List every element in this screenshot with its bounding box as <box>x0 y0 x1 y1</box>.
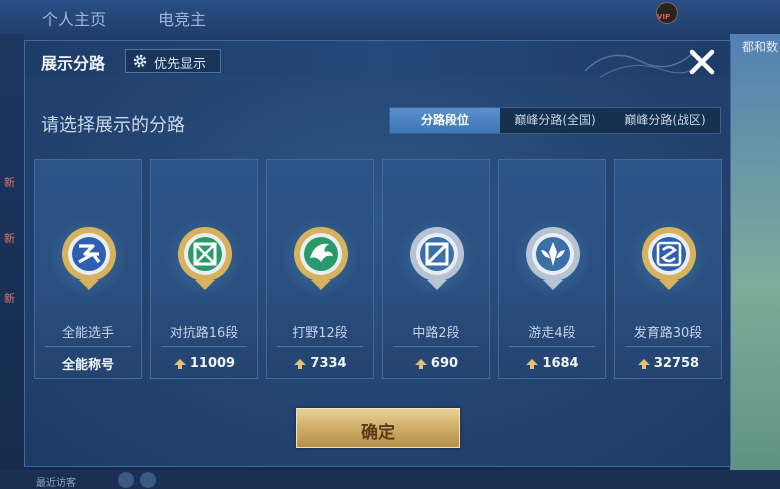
jungle-emblem-icon <box>294 227 348 290</box>
rank-arrow-icon <box>637 358 650 369</box>
role-score: 7334 <box>310 356 347 371</box>
side-new-mark: 新 <box>4 176 15 189</box>
tab-lane-rank[interactable]: 分路段位 <box>390 108 500 133</box>
bg-tab-profile: 个人主页 <box>42 10 107 29</box>
vip-badge-text: VIP <box>657 13 671 21</box>
priority-display-button[interactable]: 优先显示 <box>125 49 221 73</box>
dialog-title: 展示分路 <box>41 54 106 73</box>
background-right-edge <box>730 34 780 489</box>
tab-peak-lane-region[interactable]: 巅峰分路(战区) <box>610 108 720 133</box>
role-score: 32758 <box>653 356 700 371</box>
role-card-jungle[interactable]: 打野12段 7334 <box>266 159 374 379</box>
bg-tab-esports: 电竞主 <box>158 10 207 29</box>
role-score: 690 <box>430 356 459 371</box>
role-score: 全能称号 <box>61 358 114 373</box>
rank-arrow-icon <box>526 358 539 369</box>
roam-emblem-icon <box>526 227 580 290</box>
priority-display-label: 优先显示 <box>154 57 207 72</box>
gear-icon <box>133 54 147 68</box>
clash-lane-emblem-icon <box>178 227 232 290</box>
side-new-mark: 新 <box>4 292 15 305</box>
display-lane-dialog: 展示分路 优先显示 请选择展示的分路 分路段位 巅峰分路(全国) 巅峰分路(战区… <box>24 40 731 467</box>
role-name: 游走4段 <box>528 326 576 341</box>
role-card-clash-lane[interactable]: 对抗路16段 11009 <box>150 159 258 379</box>
rank-arrow-icon <box>173 358 186 369</box>
bg-right-label: 都和数 <box>741 40 778 54</box>
tab-peak-lane-national[interactable]: 巅峰分路(全国) <box>500 108 610 133</box>
role-name: 发育路30段 <box>633 326 703 341</box>
rank-arrow-icon <box>414 358 427 369</box>
visitor-avatar-icon <box>118 472 134 488</box>
role-name: 中路2段 <box>412 326 460 341</box>
all-round-emblem-icon <box>62 227 116 290</box>
confirm-label: 确定 <box>361 423 395 443</box>
visitor-avatar-icon <box>140 472 156 488</box>
farm-lane-emblem-icon <box>642 227 696 290</box>
role-name: 对抗路16段 <box>169 326 239 341</box>
role-score: 1684 <box>542 356 579 371</box>
background-left-edge: 新 新 新 <box>0 34 24 489</box>
decorative-swirl-icon <box>584 50 699 78</box>
dialog-subtitle: 请选择展示的分路 <box>41 115 185 136</box>
background-bottom-bar <box>0 470 780 489</box>
recent-visitors-label: 最近访客 <box>36 478 76 489</box>
role-name: 打野12段 <box>292 326 348 341</box>
role-name: 全能选手 <box>61 326 114 341</box>
mid-lane-emblem-icon <box>410 227 464 290</box>
confirm-button[interactable]: 确定 <box>296 408 460 448</box>
close-icon[interactable] <box>685 45 719 79</box>
role-card-mid-lane[interactable]: 中路2段 690 <box>382 159 490 379</box>
lane-type-tabs: 分路段位 巅峰分路(全国) 巅峰分路(战区) <box>389 107 721 134</box>
side-new-mark: 新 <box>4 232 15 245</box>
role-card-roam[interactable]: 游走4段 1684 <box>498 159 606 379</box>
role-score: 11009 <box>189 356 236 371</box>
role-card-all-round[interactable]: 全能选手 全能称号 <box>34 159 142 379</box>
rank-arrow-icon <box>294 358 307 369</box>
role-card-farm-lane[interactable]: 发育路30段 32758 <box>614 159 722 379</box>
